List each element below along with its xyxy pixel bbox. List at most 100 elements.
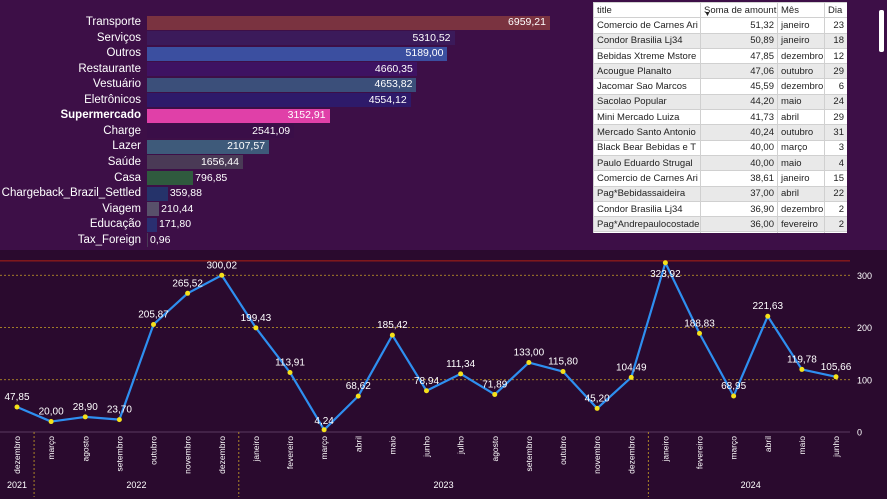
bar-value-label: 171,80 — [158, 218, 192, 231]
x-tick-label: dezembro — [12, 436, 22, 474]
data-point[interactable] — [458, 371, 464, 377]
x-tick-label: março — [729, 436, 739, 460]
table-row[interactable]: Comercio de Carnes Ari 38,61 janeiro 15 — [593, 170, 847, 187]
x-tick-label: julho — [456, 436, 466, 455]
cell-day: 3 — [824, 139, 847, 156]
data-point[interactable] — [253, 325, 259, 331]
cell-amount: 47,85 — [700, 47, 778, 65]
cell-day: 2 — [824, 216, 847, 233]
sort-descending-icon[interactable]: ▼ — [704, 11, 711, 16]
data-point[interactable] — [560, 369, 566, 375]
x-tick-label: agosto — [490, 436, 500, 462]
data-point[interactable] — [697, 330, 702, 336]
data-label: 115,80 — [548, 357, 578, 368]
table-row[interactable]: Paulo Eduardo Strugal 40,00 maio 4 — [593, 154, 847, 172]
cell-month: maio — [777, 93, 825, 111]
data-point[interactable] — [389, 332, 395, 338]
x-tick-label: novembro — [592, 436, 602, 474]
table-row[interactable]: Condor Brasilia Lj34 50,89 janeiro 18 — [593, 32, 847, 49]
data-point[interactable] — [628, 374, 634, 380]
column-header-day[interactable]: Dia — [824, 2, 847, 19]
cell-amount: 45,59 — [700, 78, 778, 95]
year-label: 2022 — [126, 480, 146, 490]
cell-month: outubro — [777, 124, 825, 141]
column-header-title[interactable]: title — [593, 2, 701, 19]
bar-13[interactable] — [147, 217, 157, 232]
data-label: 68,62 — [346, 381, 371, 392]
cell-day: 12 — [824, 47, 847, 65]
bar-category-label: Casa — [114, 171, 141, 184]
table-row[interactable]: Pag*Bebidassaideira 37,00 abril 22 — [593, 185, 847, 202]
data-point[interactable] — [492, 391, 498, 397]
column-header-month[interactable]: Mês — [777, 2, 825, 19]
cell-amount: 36,00 — [700, 231, 778, 233]
x-tick-label: fevereiro — [285, 436, 295, 469]
column-header-amount-label: Soma de amount — [704, 4, 777, 16]
table-scrollbar-thumb[interactable] — [879, 10, 884, 52]
data-point[interactable] — [287, 369, 293, 375]
table-row[interactable]: Jacomar Sao Marcos 45,59 dezembro 6 — [593, 78, 847, 95]
x-tick-label: novembro — [183, 436, 193, 474]
bar-category-label: Serviços — [96, 31, 141, 44]
cell-month: outubro — [777, 231, 825, 233]
series-line — [16, 261, 837, 431]
data-point[interactable] — [355, 393, 361, 399]
data-point[interactable] — [82, 414, 88, 420]
bar-value-label: 1656,44 — [200, 155, 239, 168]
data-point[interactable] — [151, 321, 156, 327]
table-row[interactable]: Mini Mercado Luiza 41,73 abril 29 — [593, 109, 847, 126]
bar-14[interactable] — [147, 233, 148, 248]
x-tick-label: outubro — [558, 436, 568, 465]
data-label: 185,42 — [377, 320, 408, 331]
cell-month: outubro — [777, 63, 825, 80]
data-label: 23,70 — [107, 405, 132, 416]
x-tick-label: maio — [387, 436, 397, 455]
data-point[interactable] — [424, 388, 429, 394]
data-point[interactable] — [662, 260, 668, 266]
cell-day: 29 — [824, 63, 847, 80]
table-row[interactable]: Pag*Andrepaulocostade 36,00 fevereiro 2 — [593, 216, 847, 233]
bar-0[interactable] — [147, 15, 550, 30]
table-row[interactable]: Bebidas Xtreme Mstore 47,85 dezembro 12 — [593, 47, 847, 65]
table-row[interactable]: Mercado Santo Antonio 40,24 outubro 31 — [593, 124, 847, 141]
table-row[interactable]: Pag*Esquinadochopp36,00outubro21 — [593, 231, 847, 233]
data-point[interactable] — [14, 404, 20, 410]
data-point[interactable] — [594, 405, 600, 411]
cell-day: 6 — [824, 78, 847, 95]
cell-month: dezembro — [777, 78, 825, 95]
bar-category-label: Viagem — [102, 202, 141, 215]
bar-value-label: 210,44 — [161, 202, 194, 215]
data-point[interactable] — [799, 366, 805, 372]
bar-12[interactable] — [147, 202, 160, 217]
bar-10[interactable] — [147, 171, 194, 185]
data-point[interactable] — [185, 290, 191, 296]
data-point[interactable] — [321, 427, 327, 433]
y-tick-label: 200 — [857, 323, 872, 333]
bar-value-label: 4660,35 — [374, 62, 413, 75]
table-row[interactable]: Comercio de Carnes Ari 51,32 janeiro 23 — [593, 17, 847, 34]
data-label: 199,43 — [241, 313, 272, 324]
data-label: 300,02 — [206, 260, 237, 271]
data-point[interactable] — [833, 374, 839, 380]
table-row[interactable]: Black Bear Bebidas e T 40,00 março 3 — [593, 139, 847, 156]
table-row[interactable]: Acougue Planalto 47,06 outubro 29 — [593, 63, 847, 80]
column-header-amount[interactable]: Soma de amount ▼ — [700, 2, 778, 19]
data-label: 47,85 — [4, 392, 29, 403]
table-row[interactable]: Condor Brasilia Lj34 36,90 dezembro 2 — [593, 200, 847, 218]
bar-11[interactable] — [147, 186, 168, 201]
table-row[interactable]: Sacolao Popular 44,20 maio 24 — [593, 93, 847, 111]
transactions-table[interactable]: title Soma de amount ▼ Mês Dia Comercio d… — [593, 2, 847, 233]
x-tick-label: setembro — [114, 436, 124, 472]
data-point[interactable] — [219, 272, 225, 278]
data-point[interactable] — [731, 393, 737, 399]
cell-day: 23 — [824, 17, 847, 34]
cell-day: 31 — [824, 124, 847, 141]
data-label: 119,78 — [787, 354, 817, 365]
data-point[interactable] — [116, 417, 122, 423]
data-point[interactable] — [526, 360, 532, 366]
x-tick-label: dezembro — [626, 436, 636, 474]
cell-amount: 36,00 — [700, 216, 778, 233]
data-point[interactable] — [48, 419, 54, 425]
data-point[interactable] — [765, 313, 771, 319]
cell-title: Condor Brasilia Lj34 — [593, 200, 701, 218]
